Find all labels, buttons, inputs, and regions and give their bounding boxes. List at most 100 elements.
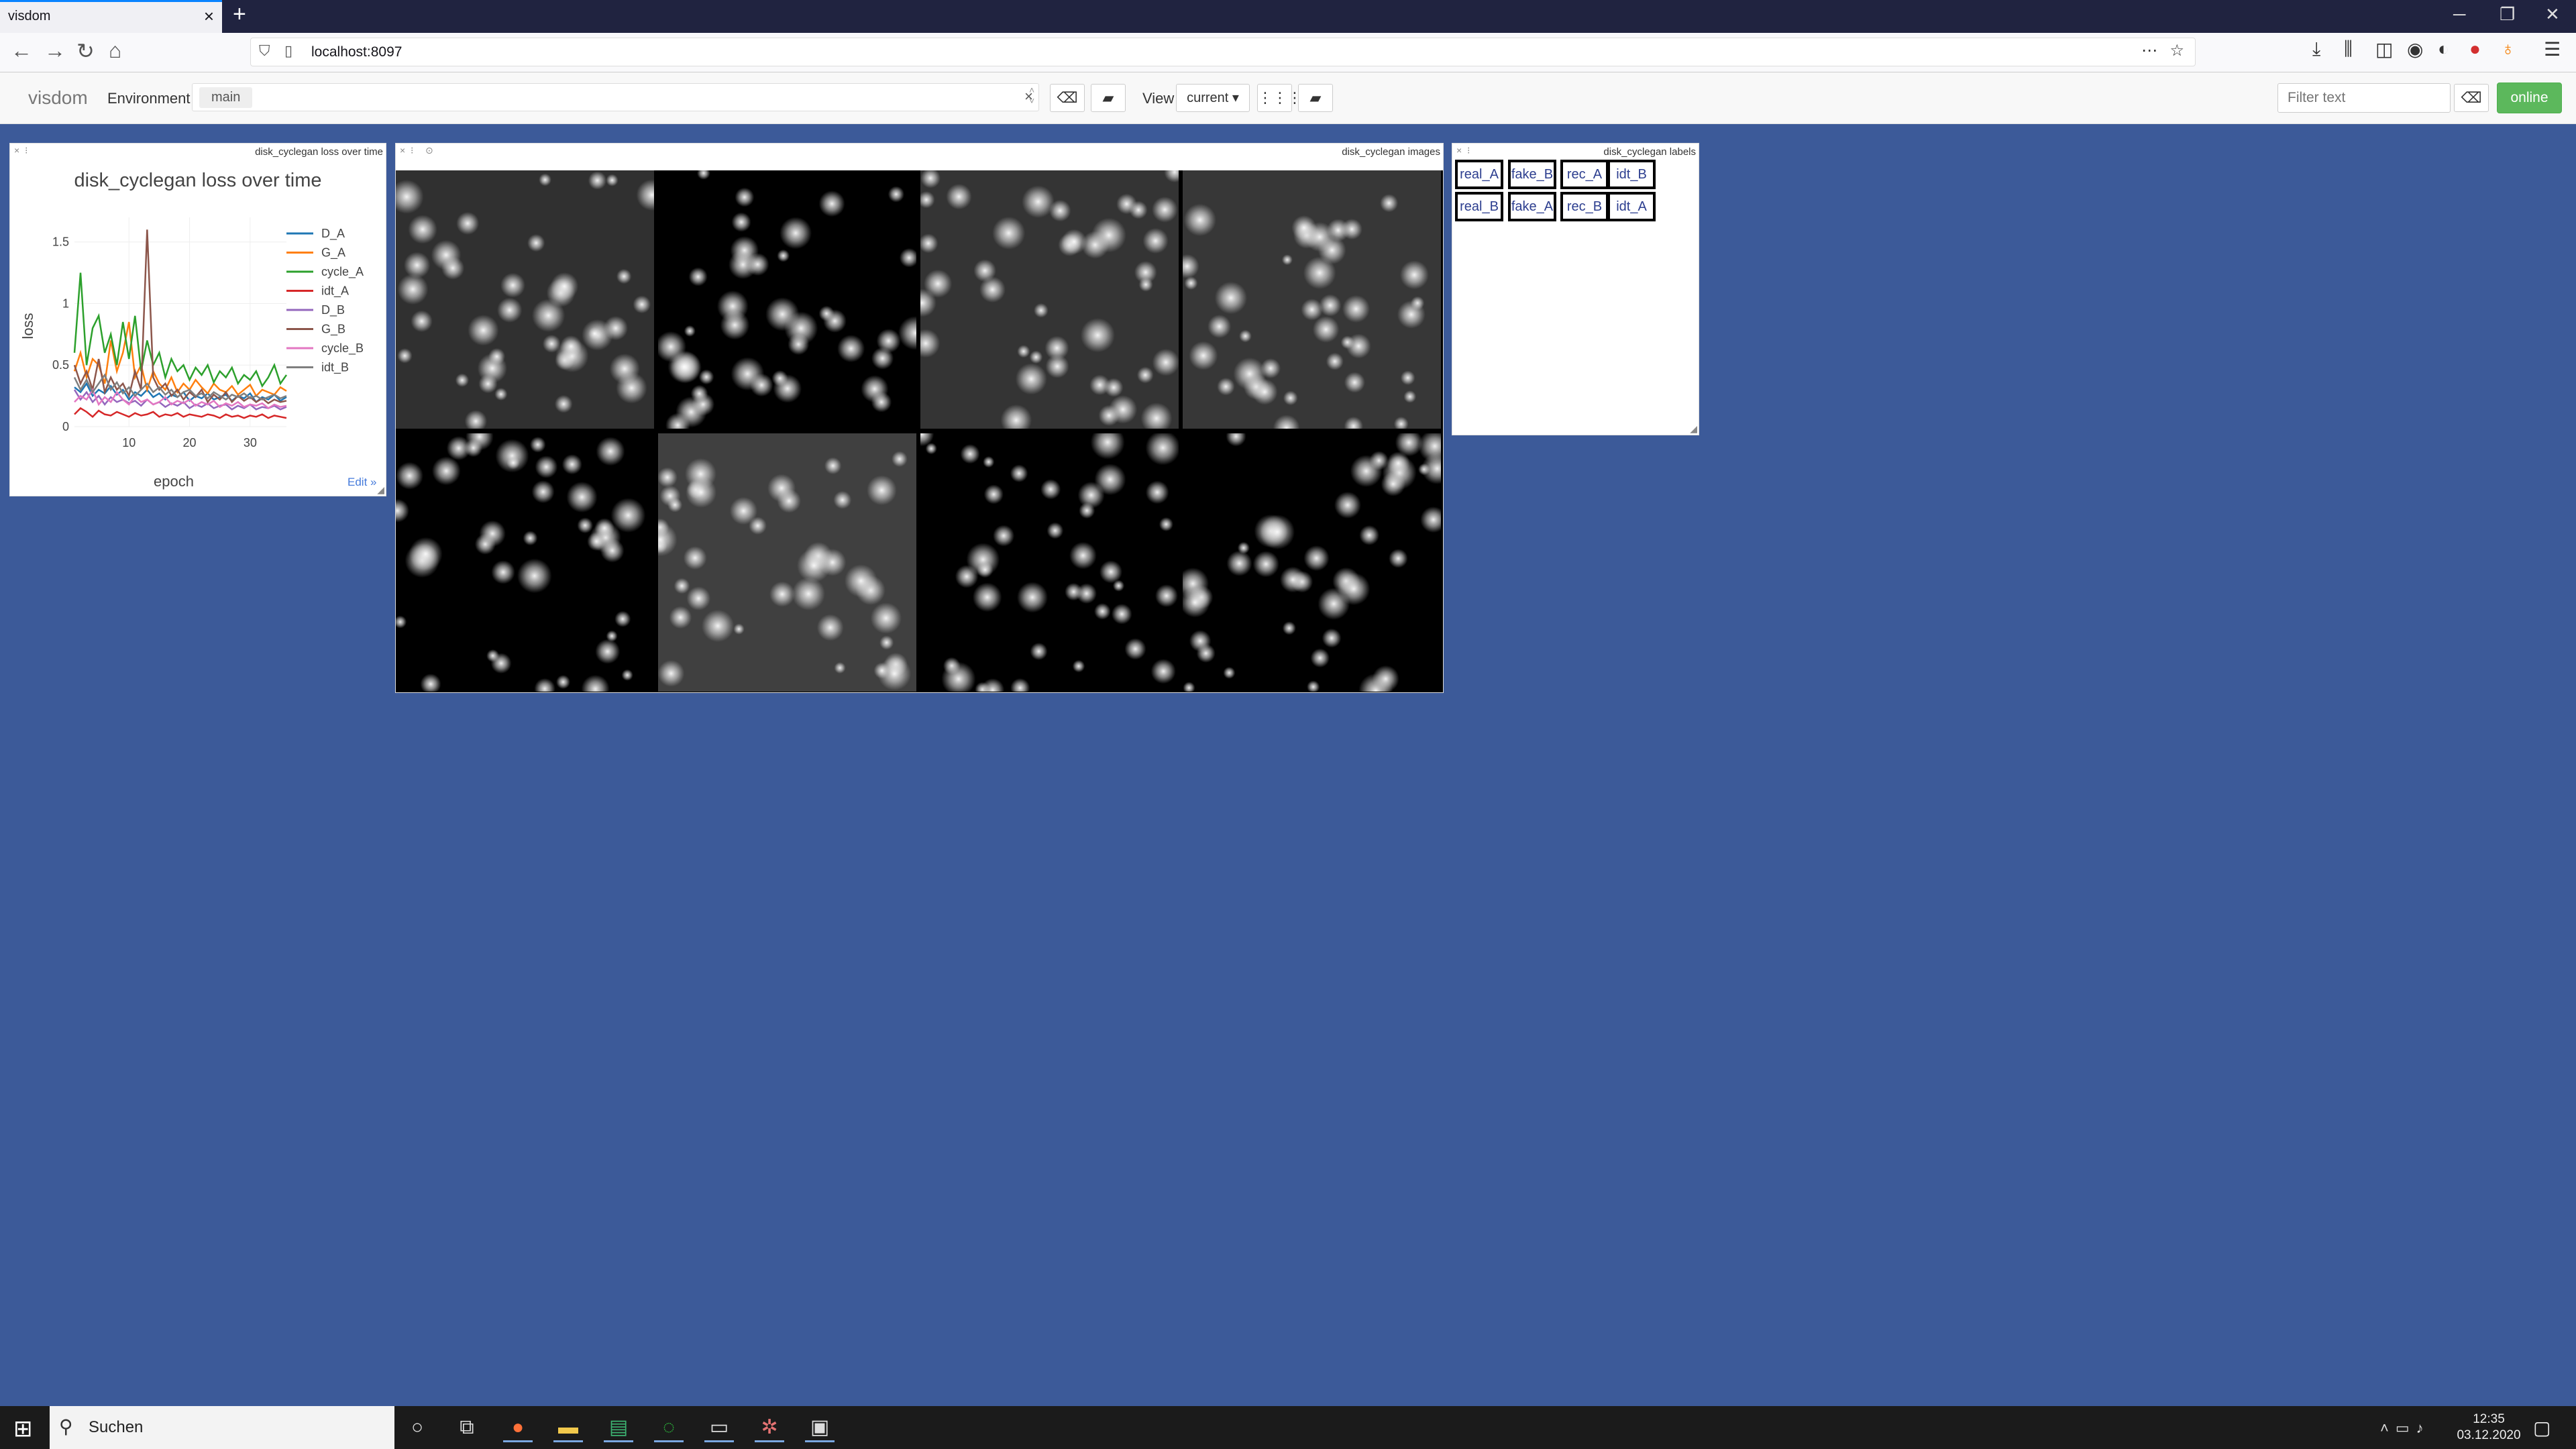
repack-button[interactable]: ⋮⋮⋮ (1257, 84, 1302, 112)
library-icon[interactable]: ⫼ (2344, 38, 2353, 60)
tab-title: visdom (8, 9, 51, 23)
pane-title: disk_cyclegan images (1342, 146, 1440, 158)
spreadsheet-icon[interactable]: ▤ (604, 1413, 633, 1442)
view-label: View (1142, 90, 1175, 107)
legend-item-G_B: G_B (321, 323, 345, 337)
url-text[interactable]: localhost:8097 (311, 44, 402, 60)
legend-item-G_A: G_A (321, 246, 345, 260)
minimize-window-button[interactable]: ─ (2453, 4, 2465, 25)
refresh-app-icon[interactable]: ◌ (654, 1413, 684, 1442)
view-select[interactable]: current ▾ (1176, 84, 1250, 112)
labels-pane[interactable]: × ⁝ disk_cyclegan labels real_A fake_B rec… (1452, 143, 1699, 435)
legend-item-idt_A: idt_A (321, 284, 349, 299)
label-cell: rec_A (1560, 160, 1609, 189)
new-tab-button[interactable]: + (233, 1, 246, 28)
folder-open-icon: ▰ (1309, 89, 1322, 106)
address-bar[interactable]: ⛉ ▯ localhost:8097 ⋯ ☆ (250, 38, 2196, 66)
folder-icon: ▰ (1102, 89, 1114, 106)
cortana-icon[interactable]: ○ (402, 1413, 432, 1442)
extension-2-icon[interactable]: ♁ (2501, 38, 2515, 60)
x-tick-label: 20 (183, 436, 197, 449)
generated-image-tile (920, 170, 1179, 429)
windows-start-icon[interactable]: ⊞ (13, 1415, 33, 1442)
filter-input[interactable] (2277, 83, 2451, 113)
environment-label: Environment (107, 90, 191, 107)
clear-env-button[interactable]: ⌫ (1050, 84, 1085, 112)
reload-icon[interactable]: ↻ (76, 38, 95, 64)
y-tick-label: 1.5 (52, 235, 69, 249)
series-line-idt_A (74, 407, 287, 419)
environment-select[interactable]: main × (192, 83, 1039, 111)
visdom-header: visdom Environment main × ˄ ˅ ⌫ ▰ View cu… (0, 72, 2576, 124)
label-cell: idt_B (1607, 160, 1656, 189)
downloads-icon[interactable]: ⤓ (2312, 38, 2320, 60)
label-cell: real_B (1455, 192, 1503, 221)
pane-bar[interactable]: × ⁝ ⊙ disk_cyclegan images (396, 144, 1443, 160)
environment-chip[interactable]: main (199, 87, 253, 108)
tab-close-icon[interactable]: × (204, 6, 214, 27)
terminal-icon[interactable]: ▣ (805, 1413, 835, 1442)
resize-handle-icon[interactable]: ◢ (377, 484, 384, 496)
generated-image-tile (396, 433, 654, 692)
forward-icon[interactable]: → (44, 38, 66, 63)
search-placeholder: Suchen (89, 1418, 144, 1436)
account-icon[interactable]: ◉ (2407, 38, 2423, 60)
y-axis-label: loss (19, 313, 36, 339)
page-info-icon[interactable]: ▯ (284, 42, 292, 60)
clock-time: 12:35 (2473, 1412, 2505, 1426)
manage-views-button[interactable]: ▰ (1298, 84, 1333, 112)
extension-icon[interactable]: ◐ (2438, 38, 2449, 60)
browser-tab-visdom[interactable]: visdom × (0, 0, 222, 33)
windows-taskbar: ⊞ ⚲ Suchen ○ ⧉ ● ▬ ▤ ◌ ▭ ✲ ▣ ˄▭♪ 12:35 0… (0, 1406, 2576, 1449)
edit-plot-link[interactable]: Edit » (347, 476, 376, 489)
task-view-icon[interactable]: ⧉ (452, 1413, 482, 1442)
generated-image-tile (396, 170, 654, 429)
sidebar-icon[interactable]: ◫ (2375, 38, 2393, 60)
home-icon[interactable]: ⌂ (109, 38, 121, 63)
manage-env-button[interactable]: ▰ (1091, 84, 1126, 112)
drag-handle-icon[interactable]: ⁝ (411, 145, 413, 156)
pane-bar[interactable]: × ⁝ disk_cyclegan labels (1452, 144, 1699, 160)
file-explorer-icon[interactable]: ▬ (553, 1413, 583, 1442)
clock[interactable]: 12:35 03.12.2020 (2455, 1411, 2522, 1444)
bookmark-star-icon[interactable]: ☆ (2169, 41, 2184, 60)
download-pane-icon[interactable]: ⊙ (425, 145, 433, 156)
clock-date: 03.12.2020 (2457, 1428, 2521, 1442)
firefox-icon[interactable]: ● (503, 1413, 533, 1442)
restore-window-button[interactable]: ❐ (2500, 4, 2515, 25)
clear-filter-button[interactable]: ⌫ (2454, 84, 2489, 112)
close-pane-icon[interactable]: × (1456, 145, 1462, 156)
gear-app-icon[interactable]: ✲ (755, 1413, 784, 1442)
loss-plot-pane[interactable]: × ⁝ disk_cyclegan loss over time disk_cy… (9, 143, 386, 496)
eraser-icon: ⌫ (2461, 89, 2482, 106)
adblock-icon[interactable]: ● (2469, 38, 2481, 60)
notifications-icon[interactable]: ▢ (2533, 1417, 2551, 1439)
loss-chart[interactable]: 10 20 30 0 0.5 1 1.5 epoch loss D_A G_A cycle_A idt_… (10, 144, 386, 496)
label-cell: idt_A (1607, 192, 1656, 221)
taskbar-search[interactable]: ⚲ Suchen (50, 1406, 394, 1449)
menu-icon[interactable]: ☰ (2544, 38, 2561, 60)
window-app-icon[interactable]: ▭ (704, 1413, 734, 1442)
system-tray[interactable]: ˄▭♪ (2380, 1419, 2430, 1437)
images-pane[interactable]: × ⁝ ⊙ disk_cyclegan images (395, 143, 1444, 693)
y-tick-label: 1 (62, 297, 69, 310)
shield-icon[interactable]: ⛉ (259, 42, 270, 60)
visdom-brand[interactable]: visdom (28, 87, 88, 109)
back-icon[interactable]: ← (11, 38, 32, 63)
eraser-icon: ⌫ (1057, 89, 1078, 106)
online-status-button[interactable]: online (2497, 83, 2562, 113)
resize-handle-icon[interactable]: ◢ (1690, 423, 1697, 435)
legend-item-D_B: D_B (321, 303, 345, 317)
legend-item-cycle_A: cycle_A (321, 265, 364, 279)
close-window-button[interactable]: ✕ (2545, 4, 2560, 25)
drag-handle-icon[interactable]: ⁝ (1467, 145, 1470, 156)
environment-arrows-icon[interactable]: ˄ ˅ (1029, 85, 1034, 106)
legend-item-idt_B: idt_B (321, 361, 349, 375)
series-line-G_A (73, 321, 287, 398)
x-tick-label: 10 (122, 436, 136, 449)
x-axis-label: epoch (154, 473, 194, 490)
page-actions-icon[interactable]: ⋯ (2141, 41, 2157, 60)
image-grid (396, 170, 1443, 692)
label-cell: fake_A (1508, 192, 1556, 221)
close-pane-icon[interactable]: × (400, 145, 405, 156)
